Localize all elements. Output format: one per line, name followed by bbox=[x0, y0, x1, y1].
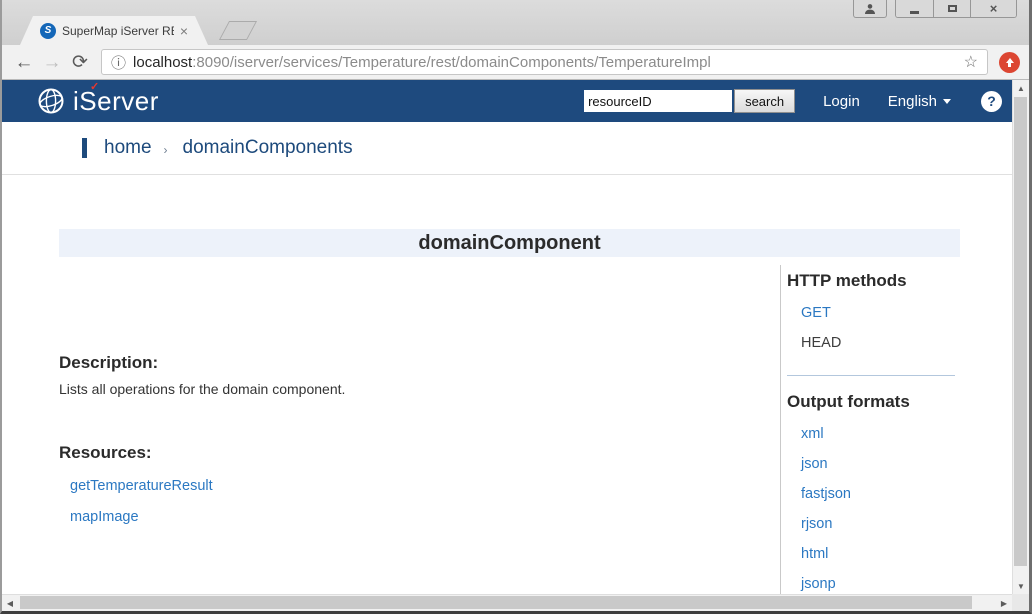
http-method-head: HEAD bbox=[801, 335, 842, 351]
content-area: domainComponent HTTP methods GET HEAD Ou… bbox=[2, 175, 1012, 594]
output-format-rjson-link[interactable]: rjson bbox=[801, 516, 961, 532]
description-text: Lists all operations for the domain comp… bbox=[59, 381, 346, 397]
resources-heading: Resources: bbox=[59, 443, 152, 462]
up-arrow-stem bbox=[1008, 62, 1011, 67]
language-label: English bbox=[887, 92, 937, 110]
horizontal-scroll-thumb[interactable] bbox=[20, 596, 972, 609]
iserver-header: iServer ✓ search Login English ? bbox=[2, 80, 1012, 122]
supermap-favicon-icon: S bbox=[40, 23, 56, 39]
breadcrumb: home › domainComponents bbox=[2, 122, 1012, 175]
profile-button[interactable] bbox=[853, 0, 887, 18]
vertical-scroll-thumb[interactable] bbox=[1014, 97, 1027, 566]
scrollbar-corner bbox=[1012, 594, 1029, 611]
close-button[interactable]: × bbox=[970, 0, 1016, 17]
sidebar-divider bbox=[787, 375, 955, 376]
horizontal-scrollbar[interactable]: ◀ ▶ bbox=[2, 594, 1012, 611]
tab-close-icon[interactable]: × bbox=[180, 24, 188, 38]
help-button[interactable]: ? bbox=[981, 90, 1002, 112]
output-format-html-link[interactable]: html bbox=[801, 546, 961, 562]
output-format-fastjson-link[interactable]: fastjson bbox=[801, 486, 961, 502]
chevron-down-icon bbox=[943, 98, 951, 104]
login-link[interactable]: Login bbox=[823, 93, 860, 110]
url-path: :8090/iserver/services/Temperature/rest/… bbox=[192, 53, 711, 71]
page-info-icon[interactable]: ⓘ bbox=[111, 52, 126, 73]
output-format-json-link[interactable]: json bbox=[801, 456, 961, 472]
resource-gettemperatureresult-link[interactable]: getTemperatureResult bbox=[70, 478, 709, 494]
scroll-up-icon[interactable]: ▲ bbox=[1013, 80, 1029, 96]
output-format-xml-link[interactable]: xml bbox=[801, 426, 961, 442]
minimize-icon bbox=[910, 11, 919, 14]
http-methods-heading: HTTP methods bbox=[787, 271, 907, 290]
browser-window: S SuperMap iServer REST × × ← → ⟳ ⓘ bbox=[0, 0, 1032, 614]
breadcrumb-accent-bar bbox=[82, 138, 87, 158]
sidebar: HTTP methods GET HEAD Output formats xml… bbox=[780, 265, 961, 594]
tab-title: SuperMap iServer REST bbox=[62, 23, 171, 38]
browser-toolbar: ← → ⟳ ⓘ localhost:8090/iserver/services/… bbox=[2, 45, 1029, 80]
extension-icon[interactable] bbox=[999, 51, 1020, 73]
page-viewport: iServer ✓ search Login English ? bbox=[2, 80, 1029, 611]
caption-buttons: × bbox=[895, 0, 1017, 18]
output-format-jsonp-link[interactable]: jsonp bbox=[801, 576, 961, 592]
browser-tab[interactable]: S SuperMap iServer REST × bbox=[20, 16, 208, 45]
url-text: localhost:8090/iserver/services/Temperat… bbox=[133, 54, 711, 71]
window-controls: × bbox=[853, 0, 1017, 18]
scroll-right-icon[interactable]: ▶ bbox=[996, 595, 1012, 611]
maximize-button[interactable] bbox=[933, 0, 970, 17]
bookmark-star-icon[interactable]: ☆ bbox=[964, 52, 978, 72]
refresh-icon[interactable]: ⟳ bbox=[67, 53, 93, 72]
language-dropdown[interactable]: English bbox=[888, 93, 951, 110]
titlebar: S SuperMap iServer REST × × bbox=[2, 0, 1029, 45]
minimize-button[interactable] bbox=[896, 0, 933, 17]
brand-name: iServer bbox=[73, 85, 159, 116]
main-column: Description: Lists all operations for th… bbox=[59, 353, 709, 525]
help-icon: ? bbox=[987, 93, 996, 109]
page-title: domainComponent bbox=[59, 229, 960, 257]
scroll-down-icon[interactable]: ▼ bbox=[1013, 578, 1029, 594]
output-formats-heading: Output formats bbox=[787, 392, 910, 411]
person-icon bbox=[865, 3, 875, 14]
brand-accent-icon: ✓ bbox=[90, 80, 100, 93]
breadcrumb-separator-icon: › bbox=[163, 143, 168, 157]
forward-icon[interactable]: → bbox=[39, 53, 65, 72]
web-page: iServer ✓ search Login English ? bbox=[2, 80, 1012, 594]
breadcrumb-home-link[interactable]: home bbox=[104, 137, 152, 159]
address-bar[interactable]: ⓘ localhost:8090/iserver/services/Temper… bbox=[101, 49, 988, 75]
iserver-logo[interactable]: iServer ✓ bbox=[36, 81, 159, 117]
scroll-left-icon[interactable]: ◀ bbox=[2, 595, 18, 611]
close-icon: × bbox=[989, 1, 998, 16]
new-tab-button[interactable] bbox=[218, 21, 258, 40]
url-host: localhost bbox=[133, 53, 193, 71]
header-actions: search Login English ? bbox=[584, 89, 1002, 113]
search-button[interactable]: search bbox=[734, 89, 796, 113]
vertical-scrollbar[interactable]: ▲ ▼ bbox=[1012, 80, 1029, 594]
http-method-get-link[interactable]: GET bbox=[801, 305, 961, 321]
search-input[interactable] bbox=[584, 90, 733, 112]
supermap-globe-icon bbox=[38, 88, 64, 114]
maximize-icon bbox=[947, 5, 957, 12]
resource-mapimage-link[interactable]: mapImage bbox=[70, 509, 709, 525]
breadcrumb-current: domainComponents bbox=[182, 137, 353, 158]
back-icon[interactable]: ← bbox=[11, 53, 37, 72]
description-heading: Description: bbox=[59, 353, 159, 372]
